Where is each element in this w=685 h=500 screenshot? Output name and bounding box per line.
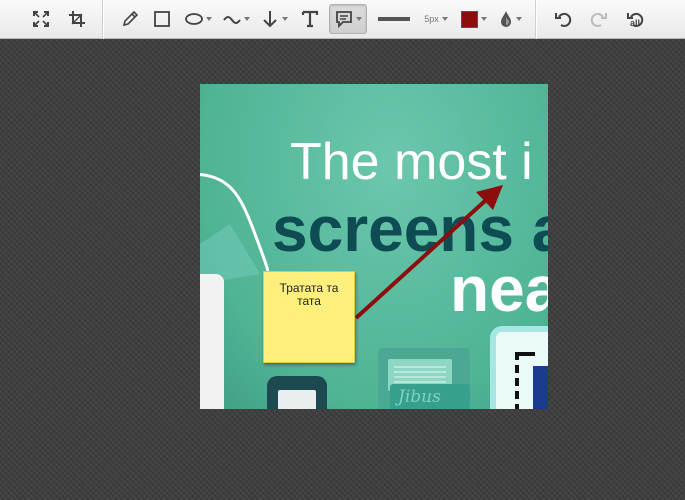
expand-icon xyxy=(33,11,49,27)
undo-button[interactable] xyxy=(550,4,576,34)
undo-icon xyxy=(555,12,572,27)
line-button[interactable] xyxy=(219,4,253,34)
rectangle-button[interactable] xyxy=(149,4,175,34)
fit-screen-button[interactable] xyxy=(28,4,54,34)
color-swatch xyxy=(461,10,478,28)
phone-image xyxy=(267,376,327,409)
frame-blue-detail xyxy=(533,366,548,409)
chevron-down-icon xyxy=(355,17,362,21)
headline-line-1: The most i xyxy=(290,133,533,191)
redo-button[interactable] xyxy=(586,4,612,34)
chevron-down-icon xyxy=(441,17,448,21)
sticky-note[interactable]: Тратата та тата xyxy=(263,271,355,363)
ellipse-icon xyxy=(184,13,203,25)
pencil-button[interactable] xyxy=(117,4,143,34)
chevron-down-icon xyxy=(481,17,487,21)
stroke-size-label: 5px xyxy=(424,14,439,24)
frame-dash-detail xyxy=(515,352,535,409)
toolbar: 5px all xyxy=(0,0,685,39)
wave-line-icon xyxy=(222,16,241,24)
stroke-width-button[interactable] xyxy=(377,4,411,34)
app-card-lines xyxy=(394,366,446,384)
line-thickness-icon xyxy=(378,17,410,21)
crop-button[interactable] xyxy=(64,4,90,34)
chevron-down-icon xyxy=(515,17,522,21)
arrow-down-icon xyxy=(262,11,277,28)
note-button[interactable] xyxy=(329,4,367,34)
phone-screen xyxy=(278,390,316,409)
ellipse-button[interactable] xyxy=(181,4,215,34)
undo-all-label: all xyxy=(630,18,641,28)
stroke-size-dropdown[interactable]: 5px xyxy=(421,4,451,34)
sticky-note-text: Тратата та тата xyxy=(279,281,339,308)
arrow-button[interactable] xyxy=(257,4,291,34)
screenshot-canvas[interactable]: The most i screens a nea Jibus xyxy=(200,84,548,409)
text-button[interactable] xyxy=(297,4,323,34)
headline-line-3: nea xyxy=(450,253,548,325)
toolbar-divider xyxy=(102,0,103,39)
text-icon xyxy=(301,10,319,28)
drop-icon xyxy=(500,11,511,27)
opacity-button[interactable] xyxy=(495,4,525,34)
script-text: Jibus xyxy=(398,387,441,407)
crop-icon xyxy=(69,11,85,27)
speech-bubble-icon xyxy=(335,11,352,28)
undo-all-button[interactable]: all xyxy=(622,4,648,34)
device-image xyxy=(200,274,224,409)
redo-icon xyxy=(590,12,607,27)
pencil-icon xyxy=(122,10,139,27)
chevron-down-icon xyxy=(281,17,288,21)
rectangle-icon xyxy=(154,11,170,27)
chevron-down-icon xyxy=(205,17,212,21)
toolbar-divider xyxy=(535,0,536,39)
chevron-down-icon xyxy=(243,17,250,21)
color-picker-button[interactable] xyxy=(459,4,489,34)
